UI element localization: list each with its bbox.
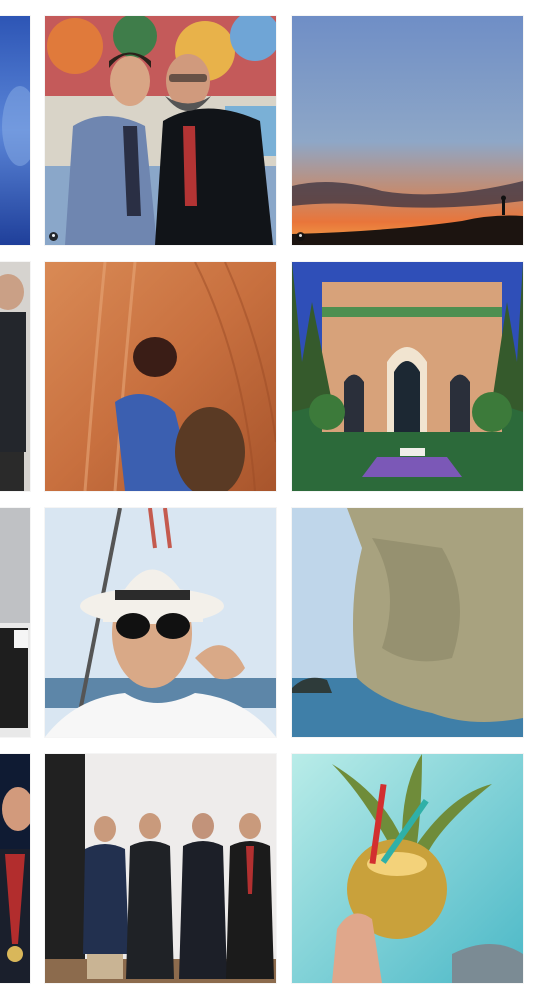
desert-sunset-silhouette-photo — [292, 16, 523, 245]
photo-tile-11[interactable] — [45, 754, 276, 983]
photo-tile-2[interactable] — [45, 16, 276, 245]
photo-tile-5[interactable] — [45, 262, 276, 491]
photo-tile-4[interactable] — [0, 262, 30, 491]
partial-man-suit-photo — [0, 262, 30, 491]
partial-man-medal-photo — [0, 754, 30, 983]
photo-tile-12[interactable] — [292, 754, 523, 983]
photo-tile-8[interactable] — [45, 508, 276, 737]
photo-tile-10[interactable] — [0, 754, 30, 983]
igtv-icon — [296, 232, 305, 241]
igtv-icon — [49, 232, 58, 241]
photo-tile-3[interactable] — [292, 16, 523, 245]
group-four-men-photo — [45, 754, 276, 983]
photo-tile-1[interactable] — [0, 16, 30, 245]
moroccan-palace-photo — [292, 262, 523, 491]
photo-tile-6[interactable] — [292, 262, 523, 491]
partial-white-room-photo — [0, 508, 30, 737]
selfie-hat-sunglasses-photo — [45, 508, 276, 737]
pineapple-drink-photo — [292, 754, 523, 983]
sea-cliff-photo — [292, 508, 523, 737]
partial-blue-photo — [0, 16, 30, 245]
photo-tile-7[interactable] — [0, 508, 30, 737]
desert-camel-rider-photo — [45, 262, 276, 491]
two-men-event-photo — [45, 16, 276, 245]
photo-tile-9[interactable] — [292, 508, 523, 737]
